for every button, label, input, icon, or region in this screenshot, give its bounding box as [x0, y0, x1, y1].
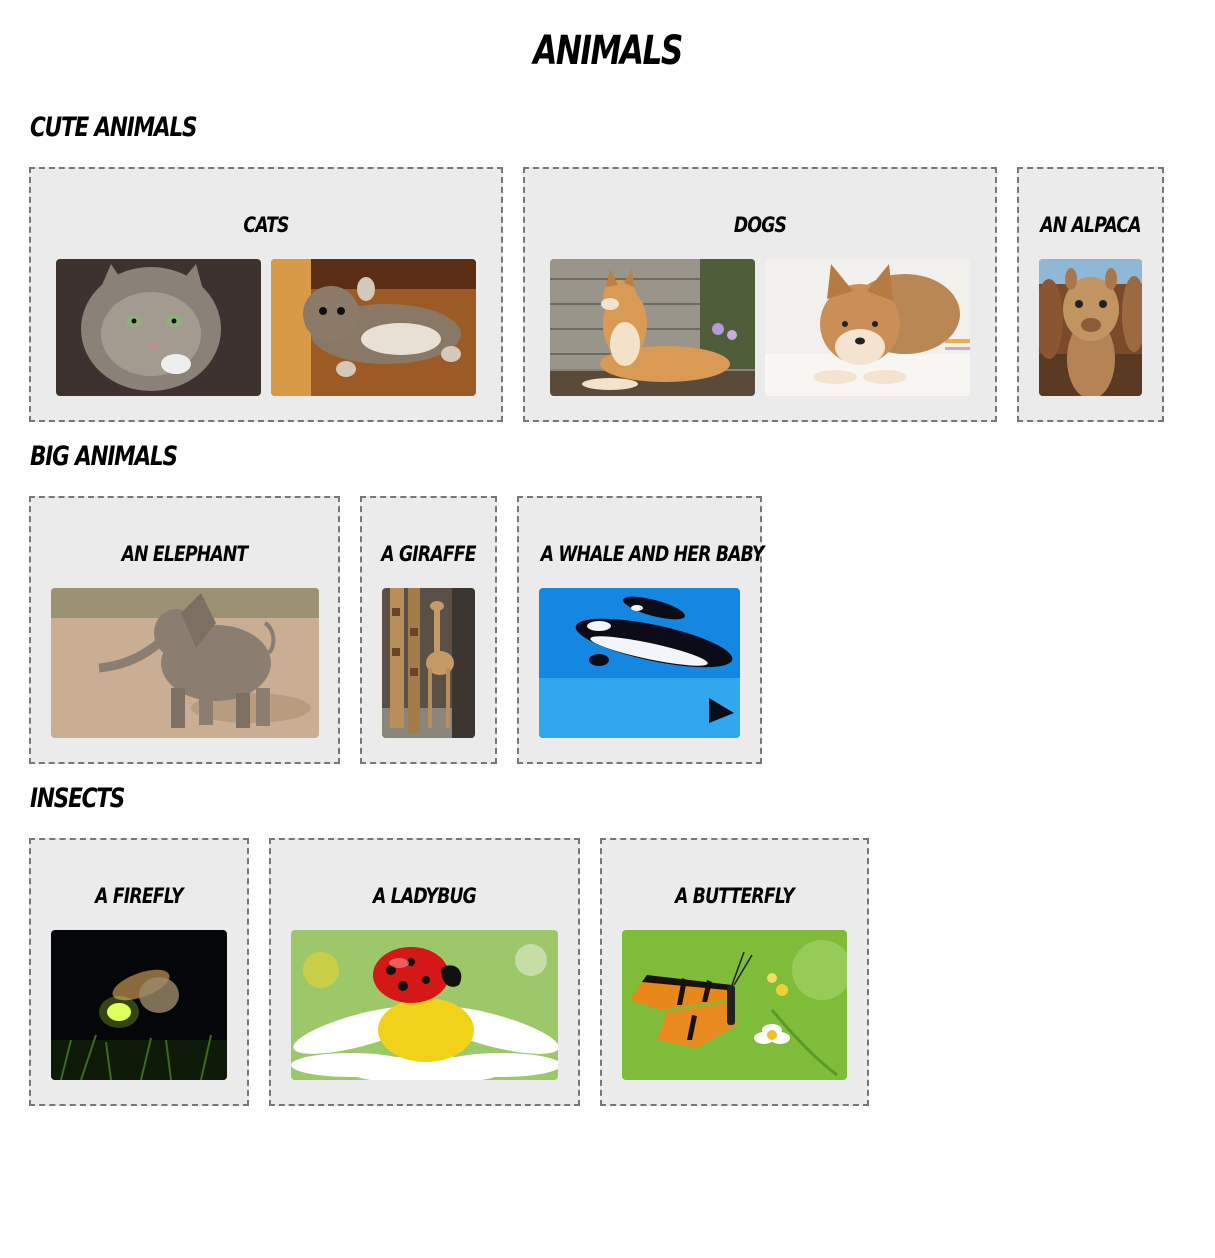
card-title-giraffe: A Giraffe — [381, 542, 476, 566]
kitten-photo — [271, 259, 476, 396]
card-butterfly: A Butterfly — [600, 838, 869, 1106]
card-title-whale: A Whale and her baby — [540, 542, 765, 566]
shiba-lying-photo — [550, 259, 755, 396]
card-whale: A Whale and her baby — [517, 496, 765, 764]
card-dogs: Dogs — [523, 167, 997, 422]
orca-photo — [539, 588, 740, 738]
card-title-dogs: Dogs — [733, 213, 787, 237]
card-giraffe: A Giraffe — [360, 496, 497, 764]
card-title-butterfly: A Butterfly — [675, 884, 795, 908]
section-title-big-animals: Big Animals — [30, 441, 178, 472]
firefly-photo — [51, 930, 227, 1080]
card-elephant: An Elephant — [29, 496, 340, 764]
page-title: Animals — [533, 28, 683, 74]
elephant-photo — [51, 588, 319, 738]
card-title-alpaca: An Alpaca — [1040, 213, 1141, 237]
cat-photo — [56, 259, 261, 396]
card-title-firefly: A Firefly — [95, 884, 183, 908]
card-ladybug: A Ladybug — [269, 838, 580, 1106]
card-alpaca: An Alpaca — [1017, 167, 1164, 422]
butterfly-photo — [622, 930, 847, 1080]
section-title-cute-animals: Cute Animals — [30, 112, 198, 143]
card-title-elephant: An Elephant — [121, 542, 249, 566]
card-cats: Cats — [29, 167, 503, 422]
giraffe-photo — [382, 588, 475, 738]
shiba-resting-photo — [765, 259, 970, 396]
card-firefly: A Firefly — [29, 838, 249, 1106]
card-title-ladybug: A Ladybug — [373, 884, 477, 908]
alpaca-photo — [1039, 259, 1142, 396]
card-title-cats: Cats — [243, 213, 289, 237]
ladybug-photo — [291, 930, 558, 1080]
section-title-insects: Insects — [30, 783, 125, 814]
